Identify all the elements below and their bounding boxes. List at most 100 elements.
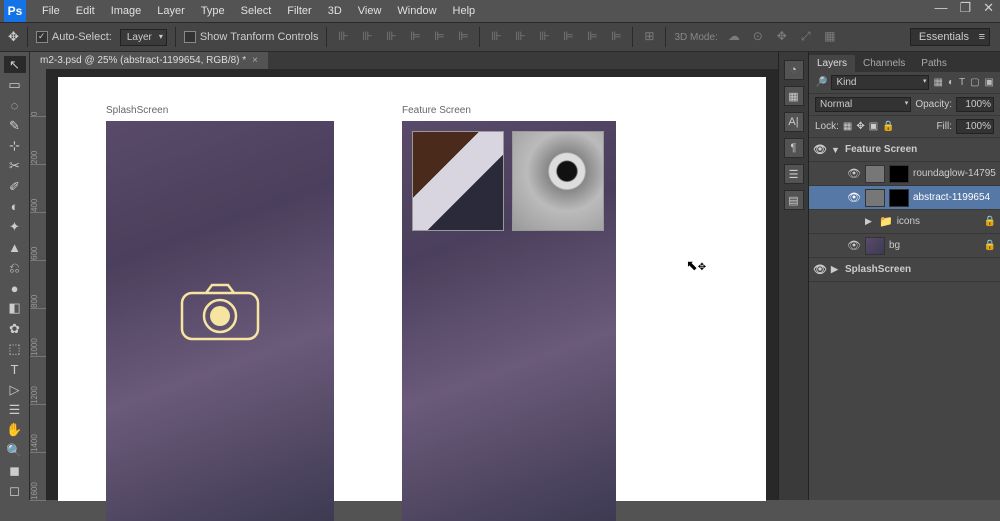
menu-view[interactable]: View (350, 5, 390, 17)
path-tool[interactable]: ▷ (4, 381, 26, 398)
filter-kind-dropdown[interactable]: Kind (831, 75, 929, 90)
gradient-tool[interactable]: ● (4, 279, 26, 296)
chevron-right-icon[interactable]: ▶ (865, 216, 875, 227)
visibility-icon[interactable]: 👁 (813, 263, 827, 276)
lock-artboard-icon[interactable]: ▣ (869, 121, 878, 132)
tab-channels[interactable]: Channels (855, 55, 913, 72)
3d-icon[interactable]: ⊙ (750, 29, 766, 45)
lock-all-icon[interactable]: 🔒 (882, 121, 894, 132)
lock-position-icon[interactable]: ✥ (856, 121, 864, 132)
lock-pixels-icon[interactable]: ▦ (843, 121, 852, 132)
image-thumbnail[interactable] (512, 131, 604, 231)
menu-type[interactable]: Type (193, 5, 233, 17)
move-tool[interactable]: ↖ (4, 56, 26, 73)
distribute-icon[interactable]: ⊪ (488, 29, 504, 45)
auto-select-checkbox[interactable]: Auto-Select: (36, 31, 112, 43)
menu-help[interactable]: Help (445, 5, 484, 17)
layer-bg[interactable]: 👁 bg 🔒 (809, 234, 1000, 258)
artboard-label-feature[interactable]: Feature Screen (402, 105, 471, 116)
distribute-icon[interactable]: ⊫ (608, 29, 624, 45)
panel-icon-history[interactable]: ◔ (784, 60, 804, 80)
visibility-icon[interactable]: 👁 (847, 239, 861, 252)
fill-field[interactable]: 100% (956, 119, 994, 134)
image-thumbnail[interactable] (412, 131, 504, 231)
brush-tool[interactable]: ◐ (4, 198, 26, 215)
wand-tool[interactable]: ✎ (4, 117, 26, 134)
layer-group-splash[interactable]: 👁 ▶ SplashScreen (809, 258, 1000, 282)
heal-tool[interactable]: ✐ (4, 178, 26, 195)
artboard-label-splash[interactable]: SplashScreen (106, 105, 168, 116)
filter-adjust-icon[interactable]: ◐ (948, 77, 954, 88)
3d-icon[interactable]: ▦ (822, 29, 838, 45)
align-icon[interactable]: ⊪ (359, 29, 375, 45)
shape-tool[interactable]: ☰ (4, 401, 26, 418)
distribute-icon[interactable]: ⊫ (584, 29, 600, 45)
distribute-icon[interactable]: ⊪ (536, 29, 552, 45)
lasso-tool[interactable]: ◌ (4, 97, 26, 114)
close-tab-icon[interactable]: × (252, 55, 258, 66)
align-icon[interactable]: ⊪ (335, 29, 351, 45)
chevron-right-icon[interactable]: ▶ (831, 264, 841, 275)
blend-mode-dropdown[interactable]: Normal (815, 97, 911, 112)
zoom-tool[interactable]: 🔍 (4, 442, 26, 459)
tab-layers[interactable]: Layers (809, 55, 855, 72)
panel-icon-character[interactable]: A| (784, 112, 804, 132)
hand-tool[interactable]: ✋ (4, 422, 26, 439)
align-icon[interactable]: ⊫ (407, 29, 423, 45)
close-button[interactable]: ✕ (983, 0, 994, 16)
layer-group-feature[interactable]: 👁 ▼ Feature Screen (809, 138, 1000, 162)
restore-button[interactable]: ❐ (959, 0, 971, 16)
marquee-tool[interactable]: ▭ (4, 76, 26, 93)
panel-icon-properties[interactable]: ☰ (784, 164, 804, 184)
chevron-down-icon[interactable]: ▼ (831, 145, 841, 155)
blur-tool[interactable]: ◧ (4, 300, 26, 317)
filter-pixel-icon[interactable]: ▦ (933, 77, 942, 88)
panel-icon-paragraph[interactable]: ¶ (784, 138, 804, 158)
history-brush-tool[interactable]: ▲ (4, 239, 26, 256)
3d-icon[interactable]: ✥ (774, 29, 790, 45)
auto-select-target-dropdown[interactable]: Layer (120, 29, 167, 46)
menu-file[interactable]: File (34, 5, 68, 17)
opacity-field[interactable]: 100% (956, 97, 994, 112)
filter-type-icon[interactable]: T (959, 77, 965, 88)
tab-paths[interactable]: Paths (913, 55, 955, 72)
align-icon[interactable]: ⊫ (431, 29, 447, 45)
artboard-feature[interactable] (402, 121, 616, 521)
pen-tool[interactable]: ⬚ (4, 340, 26, 357)
crop-tool[interactable]: ⊹ (4, 137, 26, 154)
menu-window[interactable]: Window (389, 5, 444, 17)
visibility-icon[interactable]: 👁 (847, 167, 861, 180)
filter-smart-icon[interactable]: ▣ (985, 77, 994, 88)
workspace-selector[interactable]: Essentials (910, 28, 990, 46)
visibility-icon[interactable]: 👁 (813, 143, 827, 156)
align-icon[interactable]: ⊪ (383, 29, 399, 45)
layer-roundaglow[interactable]: 👁 roundaglow-1479554 (809, 162, 1000, 186)
menu-select[interactable]: Select (233, 5, 280, 17)
menu-image[interactable]: Image (103, 5, 150, 17)
canvas[interactable]: SplashScreen Feature Screen ⬉✥ (58, 77, 766, 501)
foreground-swatch[interactable]: ◼ (4, 462, 26, 479)
distribute-icon[interactable]: ⊫ (560, 29, 576, 45)
3d-icon[interactable]: ☁ (726, 29, 742, 45)
visibility-icon[interactable]: 👁 (847, 191, 861, 204)
distribute-icon[interactable]: ⊪ (512, 29, 528, 45)
layer-abstract[interactable]: 👁 abstract-1199654 (809, 186, 1000, 210)
menu-3d[interactable]: 3D (320, 5, 350, 17)
type-tool[interactable]: T (4, 361, 26, 378)
show-transform-checkbox[interactable]: Show Tranform Controls (184, 31, 319, 43)
eyedropper-tool[interactable]: ✂ (4, 158, 26, 175)
menu-filter[interactable]: Filter (279, 5, 319, 17)
menu-edit[interactable]: Edit (68, 5, 103, 17)
3d-icon[interactable]: ⤢ (798, 29, 814, 45)
panel-icon-libraries[interactable]: ▤ (784, 190, 804, 210)
artboard-splash[interactable] (106, 121, 334, 521)
layer-group-icons[interactable]: 👁 ▶ 📁 icons 🔒 (809, 210, 1000, 234)
panel-icon-swatches[interactable]: ▦ (784, 86, 804, 106)
minimize-button[interactable]: — (934, 0, 947, 16)
dodge-tool[interactable]: ✿ (4, 320, 26, 337)
background-swatch[interactable]: ◻ (4, 483, 26, 500)
menu-layer[interactable]: Layer (149, 5, 193, 17)
eraser-tool[interactable]: ⎌ (4, 259, 26, 276)
filter-shape-icon[interactable]: ▢ (970, 77, 979, 88)
document-tab[interactable]: m2-3.psd @ 25% (abstract-1199654, RGB/8)… (30, 52, 268, 69)
